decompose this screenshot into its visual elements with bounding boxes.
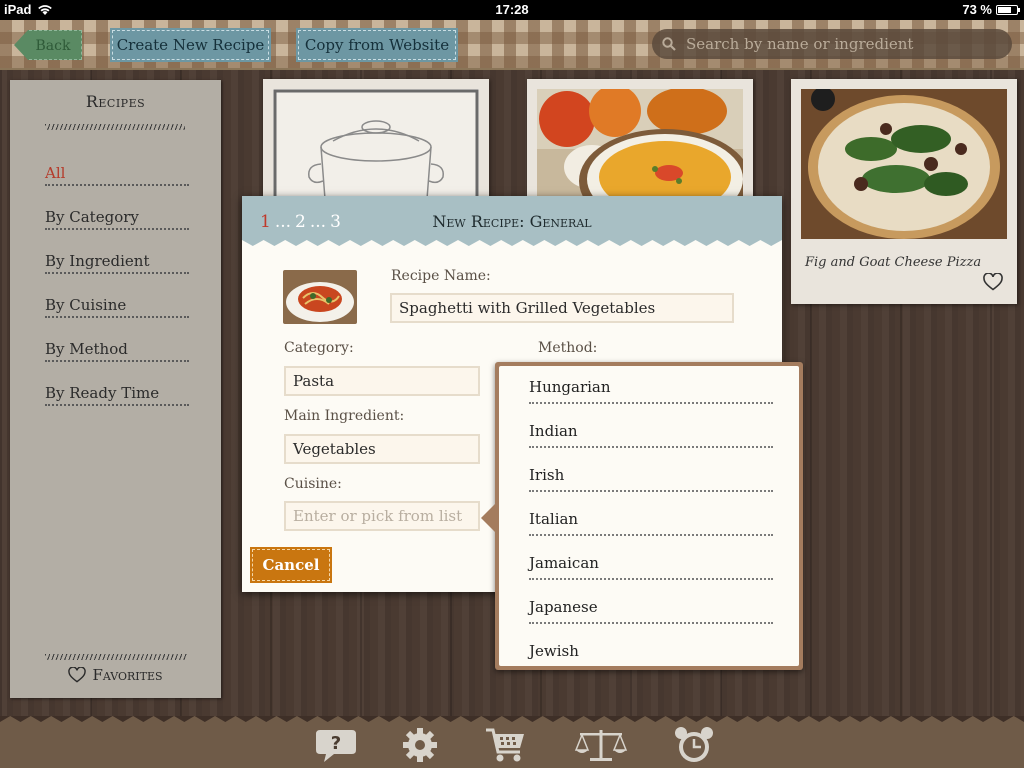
cuisine-picker-popover: Hungarian Indian Irish Italian Jamaican … bbox=[481, 362, 803, 670]
recipe-name-label: Recipe Name: bbox=[391, 268, 491, 284]
cuisine-label: Cuisine: bbox=[284, 476, 342, 492]
method-label: Method: bbox=[538, 340, 598, 356]
status-bar: iPad 17:28 73 % bbox=[0, 0, 1024, 20]
list-item[interactable]: Jewish bbox=[529, 640, 773, 666]
heart-icon bbox=[68, 667, 87, 683]
list-item[interactable]: Indian bbox=[529, 420, 773, 448]
list-item[interactable]: Hungarian bbox=[529, 376, 773, 404]
favorites-label: Favorites bbox=[92, 666, 163, 684]
copy-from-website-button[interactable]: Copy from Website bbox=[298, 30, 456, 60]
battery-percent: 73 % bbox=[962, 2, 992, 17]
recipe-photo-thumbnail[interactable] bbox=[283, 270, 357, 324]
bottom-toolbar: ? bbox=[0, 716, 1024, 768]
svg-text:?: ? bbox=[331, 733, 341, 754]
timer-clock-icon[interactable] bbox=[672, 726, 716, 764]
recipe-card[interactable]: Fig and Goat Cheese Pizza bbox=[791, 79, 1017, 304]
create-new-recipe-button[interactable]: Create New Recipe bbox=[112, 30, 269, 60]
back-button[interactable]: Back bbox=[14, 30, 82, 60]
list-item[interactable]: Jamaican bbox=[529, 552, 773, 580]
sidebar-item-by-category[interactable]: By Category bbox=[45, 204, 189, 230]
divider bbox=[45, 124, 185, 130]
list-item[interactable]: Japanese bbox=[529, 596, 773, 624]
main-ingredient-field[interactable]: Vegetables bbox=[284, 434, 480, 464]
popover-arrow bbox=[481, 504, 495, 532]
cuisine-list[interactable]: Hungarian Indian Irish Italian Jamaican … bbox=[499, 366, 799, 666]
sidebar: Recipes All By Category By Ingredient By… bbox=[10, 80, 221, 698]
dialog-title: New Recipe: General bbox=[432, 212, 592, 231]
help-icon[interactable]: ? bbox=[314, 726, 358, 764]
sidebar-item-by-cuisine[interactable]: By Cuisine bbox=[45, 292, 189, 318]
scale-icon[interactable] bbox=[574, 726, 628, 764]
battery-icon bbox=[996, 4, 1020, 15]
main-ingredient-label: Main Ingredient: bbox=[284, 408, 405, 424]
pizza-image bbox=[801, 89, 1007, 239]
list-item[interactable]: Italian bbox=[529, 508, 773, 536]
sidebar-item-by-method[interactable]: By Method bbox=[45, 336, 189, 362]
clock: 17:28 bbox=[495, 2, 529, 17]
search-input[interactable]: Search by name or ingredient bbox=[652, 29, 1012, 59]
category-label: Category: bbox=[284, 340, 354, 356]
list-item[interactable]: Irish bbox=[529, 464, 773, 492]
settings-gear-icon[interactable] bbox=[398, 726, 442, 764]
recipe-name-field[interactable]: Spaghetti with Grilled Vegetables bbox=[390, 293, 734, 323]
sidebar-item-all[interactable]: All bbox=[45, 160, 189, 186]
sidebar-heading: Recipes bbox=[85, 92, 146, 111]
divider bbox=[45, 654, 187, 660]
sidebar-item-by-ready-time[interactable]: By Ready Time bbox=[45, 380, 189, 406]
search-placeholder: Search by name or ingredient bbox=[686, 35, 914, 53]
cuisine-field[interactable]: Enter or pick from list bbox=[284, 501, 480, 531]
category-field[interactable]: Pasta bbox=[284, 366, 480, 396]
heart-icon[interactable] bbox=[983, 273, 1003, 291]
top-toolbar: Back Create New Recipe Copy from Website… bbox=[0, 20, 1024, 70]
sidebar-item-by-ingredient[interactable]: By Ingredient bbox=[45, 248, 189, 274]
favorites-button[interactable]: Favorites bbox=[10, 666, 221, 684]
search-icon bbox=[662, 37, 676, 51]
shopping-cart-icon[interactable] bbox=[484, 726, 528, 764]
recipe-card-title: Fig and Goat Cheese Pizza bbox=[805, 255, 982, 270]
cancel-button[interactable]: Cancel bbox=[252, 549, 330, 581]
